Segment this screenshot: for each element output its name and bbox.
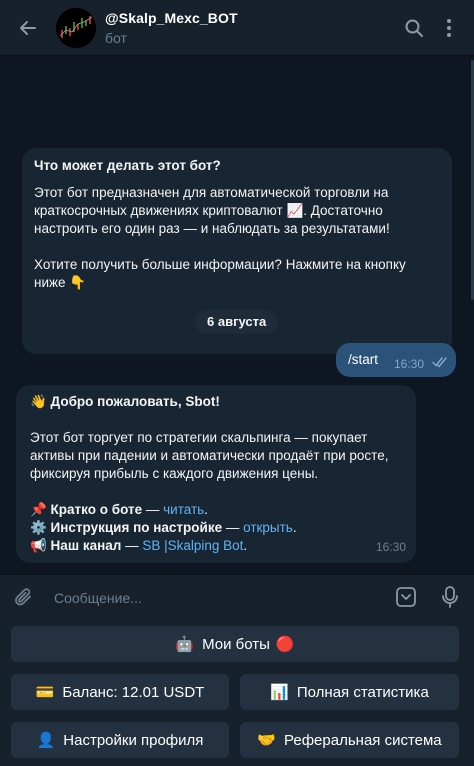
bot-avatar[interactable] [56, 8, 96, 48]
bar-chart-icon: 📊 [270, 683, 289, 701]
profile-settings-button[interactable]: 👤 Настройки профиля [11, 722, 229, 758]
about-line: 📌 Кратко о боте — читать. [30, 501, 402, 519]
bot-reply-keyboard: 🤖 Мои боты 🔴 💳 Баланс: 12.01 USDT 📊 Полн… [0, 618, 474, 766]
user-icon: 👤 [36, 731, 56, 749]
credit-card-icon: 💳 [35, 683, 55, 701]
welcome-message[interactable]: 👋 Добро пожаловать, Sbot! Этот бот торгу… [16, 385, 416, 563]
outgoing-message[interactable]: /start 16:30 [336, 343, 456, 377]
channel-link[interactable]: SB |Skalping Bot [142, 538, 243, 553]
handshake-icon: 🤝 [257, 731, 277, 749]
telegram-window: @Skalp_Mexc_BOT бот Что может делать это… [0, 0, 474, 766]
channel-label: 📢 Наш канал [30, 538, 122, 553]
about-separator: — [142, 502, 164, 517]
referral-label: Реферальная система [284, 731, 442, 749]
composer [0, 574, 474, 618]
bot-description-text: Этот бот предназначен для автоматической… [34, 185, 390, 236]
date-badge: 6 августа [195, 310, 279, 334]
message-list[interactable]: Что может делать этот бот? Этот бот пред… [0, 56, 474, 574]
search-icon [405, 19, 423, 37]
full-stats-label: Полная статистика [296, 683, 429, 701]
setup-label: ⚙️ Инструкция по настройке [30, 520, 223, 535]
bot-description-title: Что может делать этот бот? [34, 158, 221, 173]
more-menu-button[interactable] [437, 16, 461, 40]
bot-description-cta: Хотите получить больше информации? Нажми… [34, 257, 406, 290]
channel-line: 📢 Наш канал — SB |Skalping Bot. [30, 537, 402, 555]
more-vertical-icon [447, 19, 451, 37]
setup-separator: — [222, 520, 244, 535]
about-end: . [204, 502, 208, 517]
chat-subtitle: бот [105, 30, 127, 46]
welcome-greeting: 👋 Добро пожаловать, Sbot! [30, 394, 220, 409]
my-bots-button[interactable]: 🤖 Мои боты 🔴 [11, 626, 459, 662]
bot-keyboard-icon [396, 587, 416, 607]
chart-avatar-image [56, 8, 96, 48]
attach-button[interactable] [12, 585, 36, 609]
balance-button[interactable]: 💳 Баланс: 12.01 USDT [11, 674, 229, 710]
channel-end: . [243, 538, 248, 553]
arrow-left-icon [20, 21, 36, 35]
microphone-icon [442, 586, 458, 608]
profile-settings-label: Настройки профиля [63, 731, 204, 749]
balance-label: Баланс: 12.01 USDT [62, 683, 205, 701]
back-button[interactable] [12, 12, 44, 44]
voice-message-button[interactable] [437, 584, 463, 610]
full-stats-button[interactable]: 📊 Полная статистика [240, 674, 459, 710]
referral-button[interactable]: 🤝 Реферальная система [240, 722, 459, 758]
message-input[interactable] [52, 583, 376, 613]
outgoing-message-time: 16:30 [394, 357, 425, 371]
channel-separator: — [121, 538, 143, 553]
welcome-body: Этот бот торгует по стратегии скальпинга… [30, 430, 389, 481]
robot-icon: 🤖 [175, 635, 195, 653]
setup-end: . [292, 520, 297, 535]
search-button[interactable] [402, 16, 426, 40]
about-read-link[interactable]: читать [163, 502, 204, 517]
chat-header: @Skalp_Mexc_BOT бот [0, 0, 474, 56]
about-label: 📌 Кратко о боте [30, 502, 143, 517]
paperclip-icon [15, 588, 31, 606]
my-bots-label: Мои боты [202, 635, 270, 653]
outgoing-message-text: /start [348, 352, 379, 367]
red-circle-icon: 🔴 [275, 636, 295, 653]
setup-line: ⚙️ Инструкция по настройке — открыть. [30, 519, 402, 537]
setup-open-link[interactable]: открыть [243, 520, 293, 535]
chat-title[interactable]: @Skalp_Mexc_BOT [105, 10, 238, 26]
welcome-message-time: 16:30 [375, 540, 406, 554]
double-check-icon [432, 357, 447, 368]
bot-keyboard-toggle[interactable] [393, 584, 419, 610]
